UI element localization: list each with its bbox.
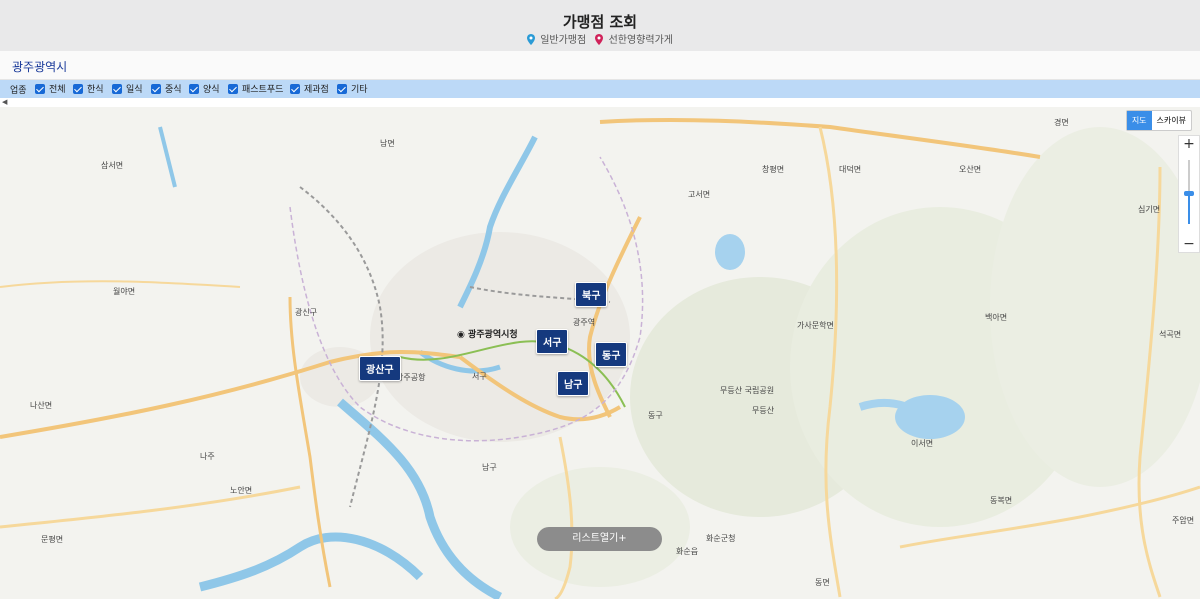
legend-label: 일반가맹점	[540, 35, 587, 46]
open-list-button[interactable]: 리스트열기+	[537, 527, 662, 551]
map-place-label: 동복면	[990, 496, 1013, 505]
filter-checkbox-japanese[interactable]: 일식	[112, 82, 143, 95]
map-place-label: 문평면	[41, 535, 64, 544]
checkbox-icon[interactable]	[112, 83, 122, 94]
district-marker-nam-gu[interactable]: 남구	[557, 371, 590, 396]
checkbox-icon[interactable]	[228, 83, 238, 94]
city-hall-icon: ◉	[457, 330, 468, 340]
checkbox-icon[interactable]	[189, 83, 199, 94]
city-hall-label: ◉ 광주광역시청	[457, 330, 518, 340]
category-filter-bar: 업종 전체 한식 일식 중식 양식 패스트푸드 제과점 기타	[0, 80, 1200, 98]
map-place-label: 삼서면	[101, 161, 124, 170]
map-place-label: 주암면	[1172, 516, 1195, 525]
map-place-label: 석곡면	[1159, 330, 1182, 339]
filter-checkbox-chinese[interactable]: 중식	[151, 82, 182, 95]
map-place-label: 동면	[815, 578, 830, 587]
scroll-left-arrow-icon[interactable]: ◀	[2, 98, 7, 106]
checkbox-icon[interactable]	[35, 83, 45, 94]
map-place-label: 고서면	[688, 190, 711, 199]
legend-good-influence-store: 선한영향력가게	[595, 31, 673, 46]
map-place-label: 오산면	[959, 165, 982, 174]
checkbox-icon[interactable]	[337, 83, 347, 94]
map-type-map-button[interactable]: 지도	[1126, 111, 1152, 130]
map-type-skyview-button[interactable]: 스카이뷰	[1152, 111, 1191, 130]
filter-checkbox-fastfood[interactable]: 패스트푸드	[228, 82, 283, 95]
district-marker-seo-gu[interactable]: 서구	[536, 329, 569, 354]
map-place-label: 광신구	[295, 308, 318, 317]
map-type-toggle: 지도 스카이뷰	[1125, 110, 1192, 131]
map-pin-icon	[527, 34, 536, 45]
district-marker-dong-gu[interactable]: 동구	[595, 342, 628, 367]
map-place-label: 노안면	[230, 486, 253, 495]
checkbox-icon[interactable]	[151, 83, 161, 94]
map-place-label: 심기면	[1138, 205, 1161, 214]
map-place-label: 나산면	[30, 401, 53, 410]
map-place-label: 나주	[200, 452, 215, 461]
marker-legend: 일반가맹점 선한영향력가게	[0, 31, 1200, 46]
map-place-label: 가사문학면	[797, 321, 834, 330]
zoom-out-button[interactable]: −	[1179, 236, 1199, 252]
filter-label: 업종	[10, 86, 27, 96]
map-place-label: 남면	[380, 139, 395, 148]
filter-checkbox-all[interactable]: 전체	[35, 82, 66, 95]
page-header: 가맹점 조회 일반가맹점 선한영향력가게	[0, 0, 1200, 51]
map-place-label: 화순군청	[706, 534, 736, 543]
legend-label: 선한영향력가게	[608, 35, 673, 46]
zoom-slider-handle[interactable]	[1184, 191, 1194, 196]
checkbox-icon[interactable]	[73, 83, 83, 94]
map-pin-icon	[595, 34, 604, 45]
map-place-label: 남구	[482, 463, 497, 472]
filter-checkbox-other[interactable]: 기타	[337, 82, 368, 95]
city-selector-row: 광주광역시	[0, 51, 1200, 80]
map-place-label: 무등산	[752, 406, 775, 415]
checkbox-icon[interactable]	[290, 83, 300, 94]
map-place-label: 무등산 국립공원	[720, 386, 775, 395]
legend-general-store: 일반가맹점	[527, 31, 586, 46]
map-view[interactable]: 삼서면 월야면 광신구 나산면 나주 노안면 문평면 남면 창평면 고서면 대덕…	[0, 107, 1200, 599]
map-place-label: 화순읍	[676, 547, 699, 556]
map-place-label: 창평면	[762, 165, 785, 174]
filter-checkbox-korean[interactable]: 한식	[73, 82, 104, 95]
zoom-control: + −	[1178, 135, 1200, 253]
map-place-label: 백아면	[985, 313, 1008, 322]
city-name[interactable]: 광주광역시	[12, 58, 67, 75]
page-title: 가맹점 조회	[562, 13, 638, 31]
map-place-label: 경면	[1054, 118, 1069, 127]
horizontal-scroll-row: ◀	[0, 98, 1200, 107]
map-place-label: 이서면	[911, 439, 934, 448]
map-place-label: 광주역	[573, 318, 596, 327]
district-marker-buk-gu[interactable]: 북구	[575, 282, 608, 307]
filter-checkbox-western[interactable]: 양식	[189, 82, 220, 95]
filter-checkbox-bakery[interactable]: 제과점	[290, 82, 329, 95]
map-place-label: 대덕면	[839, 165, 862, 174]
zoom-in-button[interactable]: +	[1179, 136, 1199, 152]
map-place-label: 동구	[648, 411, 663, 420]
zoom-slider-fill	[1188, 194, 1190, 224]
map-place-label: 월야면	[113, 287, 136, 296]
map-place-label: 서구	[472, 372, 487, 381]
district-marker-gwangsan-gu[interactable]: 광산구	[359, 356, 401, 381]
